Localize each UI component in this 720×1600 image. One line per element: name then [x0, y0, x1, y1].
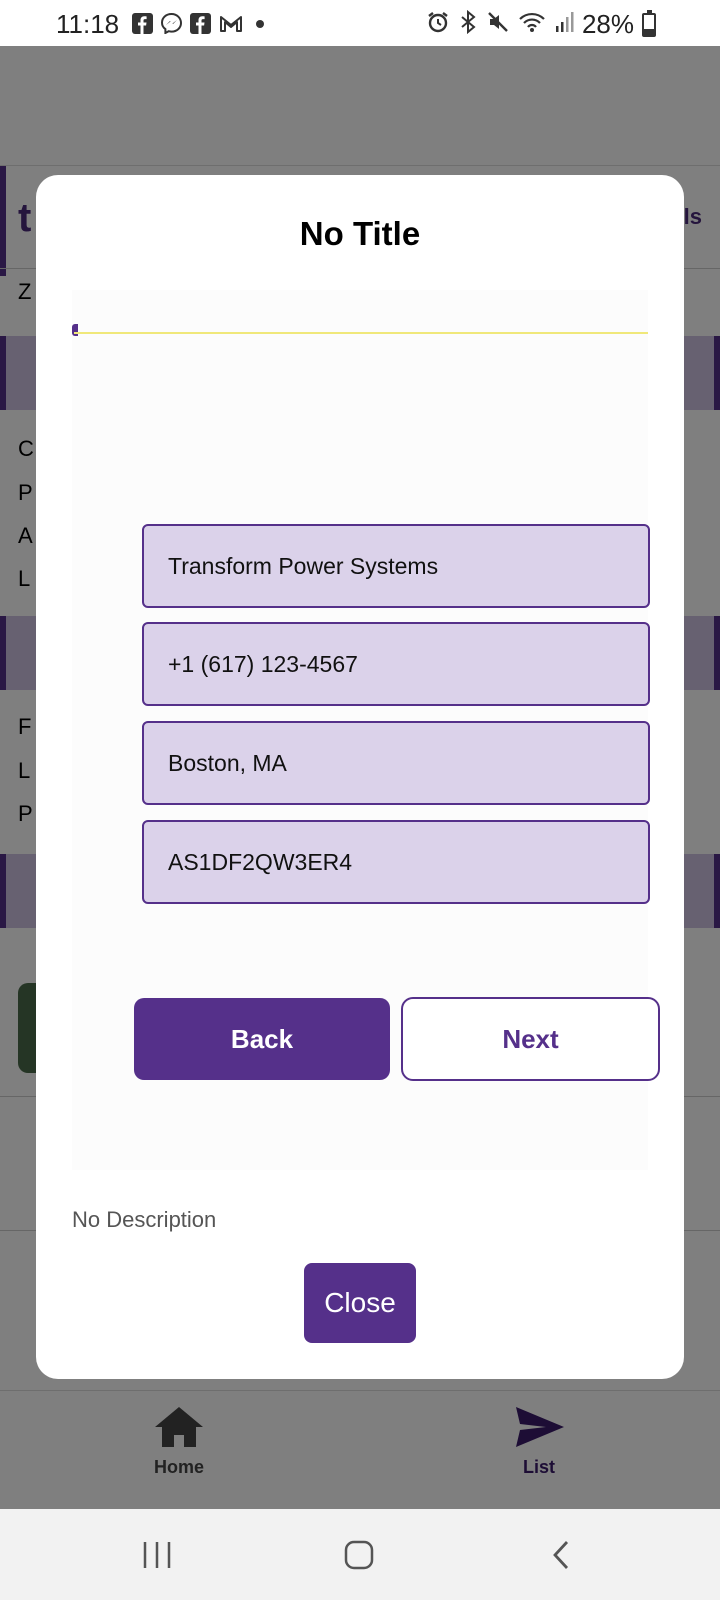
notification-icons [132, 12, 264, 35]
system-nav-bar [0, 1509, 720, 1600]
home-outline-icon [344, 1540, 374, 1570]
facebook-icon [132, 13, 153, 34]
recent-apps-button[interactable] [133, 1533, 181, 1577]
location-field[interactable]: Boston, MA [142, 721, 650, 805]
recents-icon [143, 1542, 171, 1568]
alarm-icon [426, 10, 450, 39]
id-code-field[interactable]: AS1DF2QW3ER4 [142, 820, 650, 904]
back-system-button[interactable] [537, 1533, 585, 1577]
home-system-button[interactable] [335, 1533, 383, 1577]
bluetooth-icon [458, 9, 478, 39]
company-name-field[interactable]: Transform Power Systems [142, 524, 650, 608]
back-chevron-icon [553, 1541, 569, 1569]
facebook-icon [190, 13, 211, 34]
back-button[interactable]: Back [134, 998, 390, 1080]
system-status: 28% [426, 9, 656, 40]
more-notifications-dot [256, 19, 264, 28]
status-bar: 11:18 28% [0, 0, 720, 46]
modal-dialog: No Title Transform Power Systems +1 (617… [36, 175, 684, 1379]
messenger-icon [160, 12, 183, 35]
battery-icon [642, 9, 656, 37]
modal-description: No Description [72, 1207, 217, 1232]
frame-rule [74, 332, 648, 334]
gmail-icon [219, 13, 242, 34]
close-button[interactable]: Close [304, 1263, 416, 1343]
mute-icon [486, 10, 510, 39]
signal-icon [554, 10, 574, 39]
embedded-form: Transform Power Systems +1 (617) 123-456… [72, 290, 660, 1170]
phone-field[interactable]: +1 (617) 123-4567 [142, 622, 650, 706]
next-button[interactable]: Next [401, 997, 660, 1081]
battery-percent: 28% [581, 9, 634, 39]
modal-title: No Title [299, 215, 421, 252]
frame-tab [72, 324, 78, 336]
status-time: 11:18 [56, 9, 120, 39]
wifi-icon [518, 10, 546, 39]
